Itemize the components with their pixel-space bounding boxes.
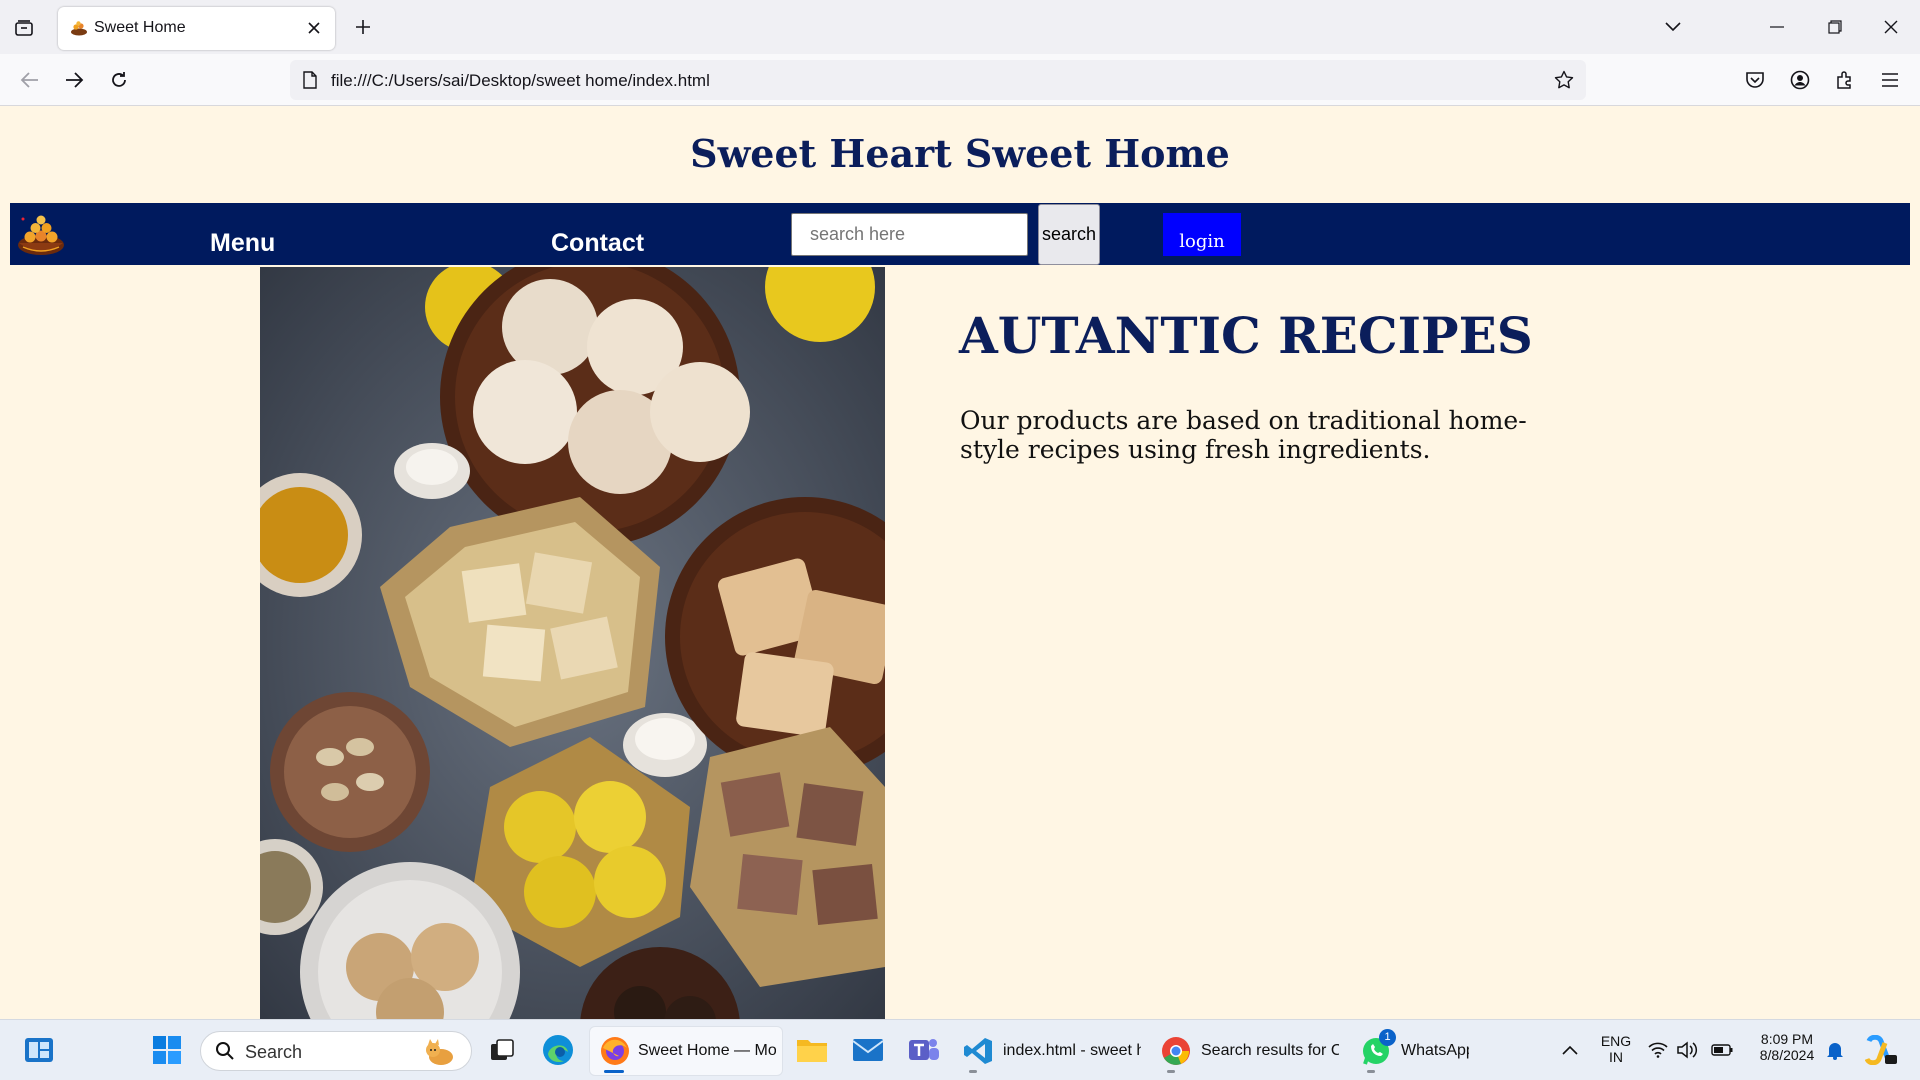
taskbar-app-whatsapp[interactable]: 1 WhatsApp (1355, 1027, 1475, 1075)
running-app-indicator (969, 1070, 977, 1073)
new-tab-icon[interactable] (349, 13, 377, 41)
notification-badge: 1 (1379, 1029, 1396, 1046)
tab-close-icon[interactable] (303, 17, 325, 39)
extensions-icon[interactable] (1829, 64, 1861, 96)
close-window-icon[interactable] (1876, 12, 1906, 42)
restore-window-icon[interactable] (1820, 12, 1850, 42)
wifi-icon[interactable] (1646, 1033, 1670, 1067)
show-hidden-icons-chevron-icon[interactable] (1553, 1033, 1587, 1067)
clock[interactable]: 8:09 PM 8/8/2024 (1748, 1031, 1826, 1063)
running-app-indicator (1167, 1070, 1175, 1073)
edge-browser-icon[interactable] (541, 1033, 575, 1067)
task-view-icon[interactable] (485, 1033, 519, 1067)
sweets-favicon-icon (71, 21, 87, 36)
search-highlight-cat-icon (426, 1039, 453, 1065)
site-navigation-bar: Menu Contact search login (10, 203, 1910, 265)
search-button[interactable]: search (1038, 204, 1100, 265)
clock-date: 8/8/2024 (1759, 1047, 1815, 1063)
web-page-content: Sweet Heart Sweet Home Menu Contact sear… (0, 106, 1920, 1019)
tab-list-icon[interactable] (10, 14, 38, 42)
vscode-icon (964, 1038, 992, 1064)
url-text: file:///C:/Users/sai/Desktop/sweet home/… (331, 71, 710, 90)
running-app-indicator (1367, 1070, 1375, 1073)
page-info-icon[interactable] (300, 70, 320, 90)
forward-arrow-icon[interactable] (58, 64, 90, 96)
windows-start-icon[interactable] (150, 1033, 184, 1067)
taskbar-app-firefox-label: Sweet Home — Mozilla Firefox (638, 1042, 776, 1059)
notification-bell-icon[interactable] (1820, 1033, 1850, 1067)
search-input[interactable] (791, 213, 1028, 256)
login-button[interactable]: login (1163, 213, 1241, 256)
taskbar-app-vscode[interactable]: index.html - sweet home (957, 1027, 1147, 1075)
taskbar-search-label: Search (245, 1042, 303, 1062)
site-title: Sweet Heart Sweet Home (690, 131, 1230, 176)
hero-heading: AUTANTIC RECIPES (959, 306, 1533, 365)
region-code: IN (1609, 1049, 1623, 1065)
address-bar[interactable]: file:///C:/Users/sai/Desktop/sweet home/… (290, 60, 1586, 100)
assorted-sweets-image (260, 267, 885, 1019)
bookmark-star-icon[interactable] (1552, 68, 1576, 92)
list-all-tabs-chevron-icon[interactable] (1658, 12, 1688, 42)
nav-link-contact[interactable]: Contact (551, 229, 644, 258)
language-indicator[interactable]: ENG IN (1596, 1033, 1636, 1065)
sweets-logo-icon[interactable] (16, 213, 66, 257)
clock-time: 8:09 PM (1760, 1031, 1814, 1047)
widgets-icon[interactable] (22, 1033, 56, 1067)
pocket-icon[interactable] (1739, 64, 1771, 96)
taskbar-app-vscode-label: index.html - sweet home (1003, 1042, 1141, 1059)
mail-icon[interactable] (851, 1033, 885, 1067)
battery-icon[interactable] (1710, 1033, 1734, 1067)
tab-title: Sweet Home (94, 19, 186, 36)
browser-tab-strip: Sweet Home (0, 0, 1920, 54)
browser-navigation-toolbar: file:///C:/Users/sai/Desktop/sweet home/… (0, 54, 1920, 106)
chrome-icon (1162, 1037, 1190, 1065)
back-arrow-icon[interactable] (14, 64, 46, 96)
volume-icon[interactable] (1675, 1033, 1699, 1067)
taskbar-app-firefox[interactable]: Sweet Home — Mozilla Firefox (590, 1027, 782, 1075)
hero-description: Our products are based on traditional ho… (960, 406, 1527, 464)
windows-taskbar: Search Sweet Home — Mozilla Firefox inde… (0, 1019, 1920, 1080)
taskbar-app-chrome-label: Search results for Co (1201, 1042, 1339, 1059)
active-app-indicator (604, 1070, 624, 1073)
firefox-icon (601, 1037, 629, 1065)
browser-tab-active[interactable]: Sweet Home (58, 7, 335, 50)
nav-link-menu[interactable]: Menu (210, 229, 275, 258)
search-icon (216, 1042, 234, 1060)
file-explorer-icon[interactable] (795, 1033, 829, 1067)
taskbar-app-whatsapp-label: WhatsApp (1401, 1042, 1469, 1059)
reload-icon[interactable] (103, 64, 135, 96)
hamburger-menu-icon[interactable] (1874, 64, 1906, 96)
copilot-icon[interactable] (1862, 1033, 1900, 1067)
account-icon[interactable] (1784, 64, 1816, 96)
taskbar-search-box[interactable]: Search (200, 1031, 472, 1071)
teams-icon[interactable] (907, 1033, 941, 1067)
taskbar-app-chrome[interactable]: Search results for Co (1155, 1027, 1345, 1075)
minimize-window-icon[interactable] (1762, 12, 1792, 42)
language-code: ENG (1600, 1033, 1632, 1049)
